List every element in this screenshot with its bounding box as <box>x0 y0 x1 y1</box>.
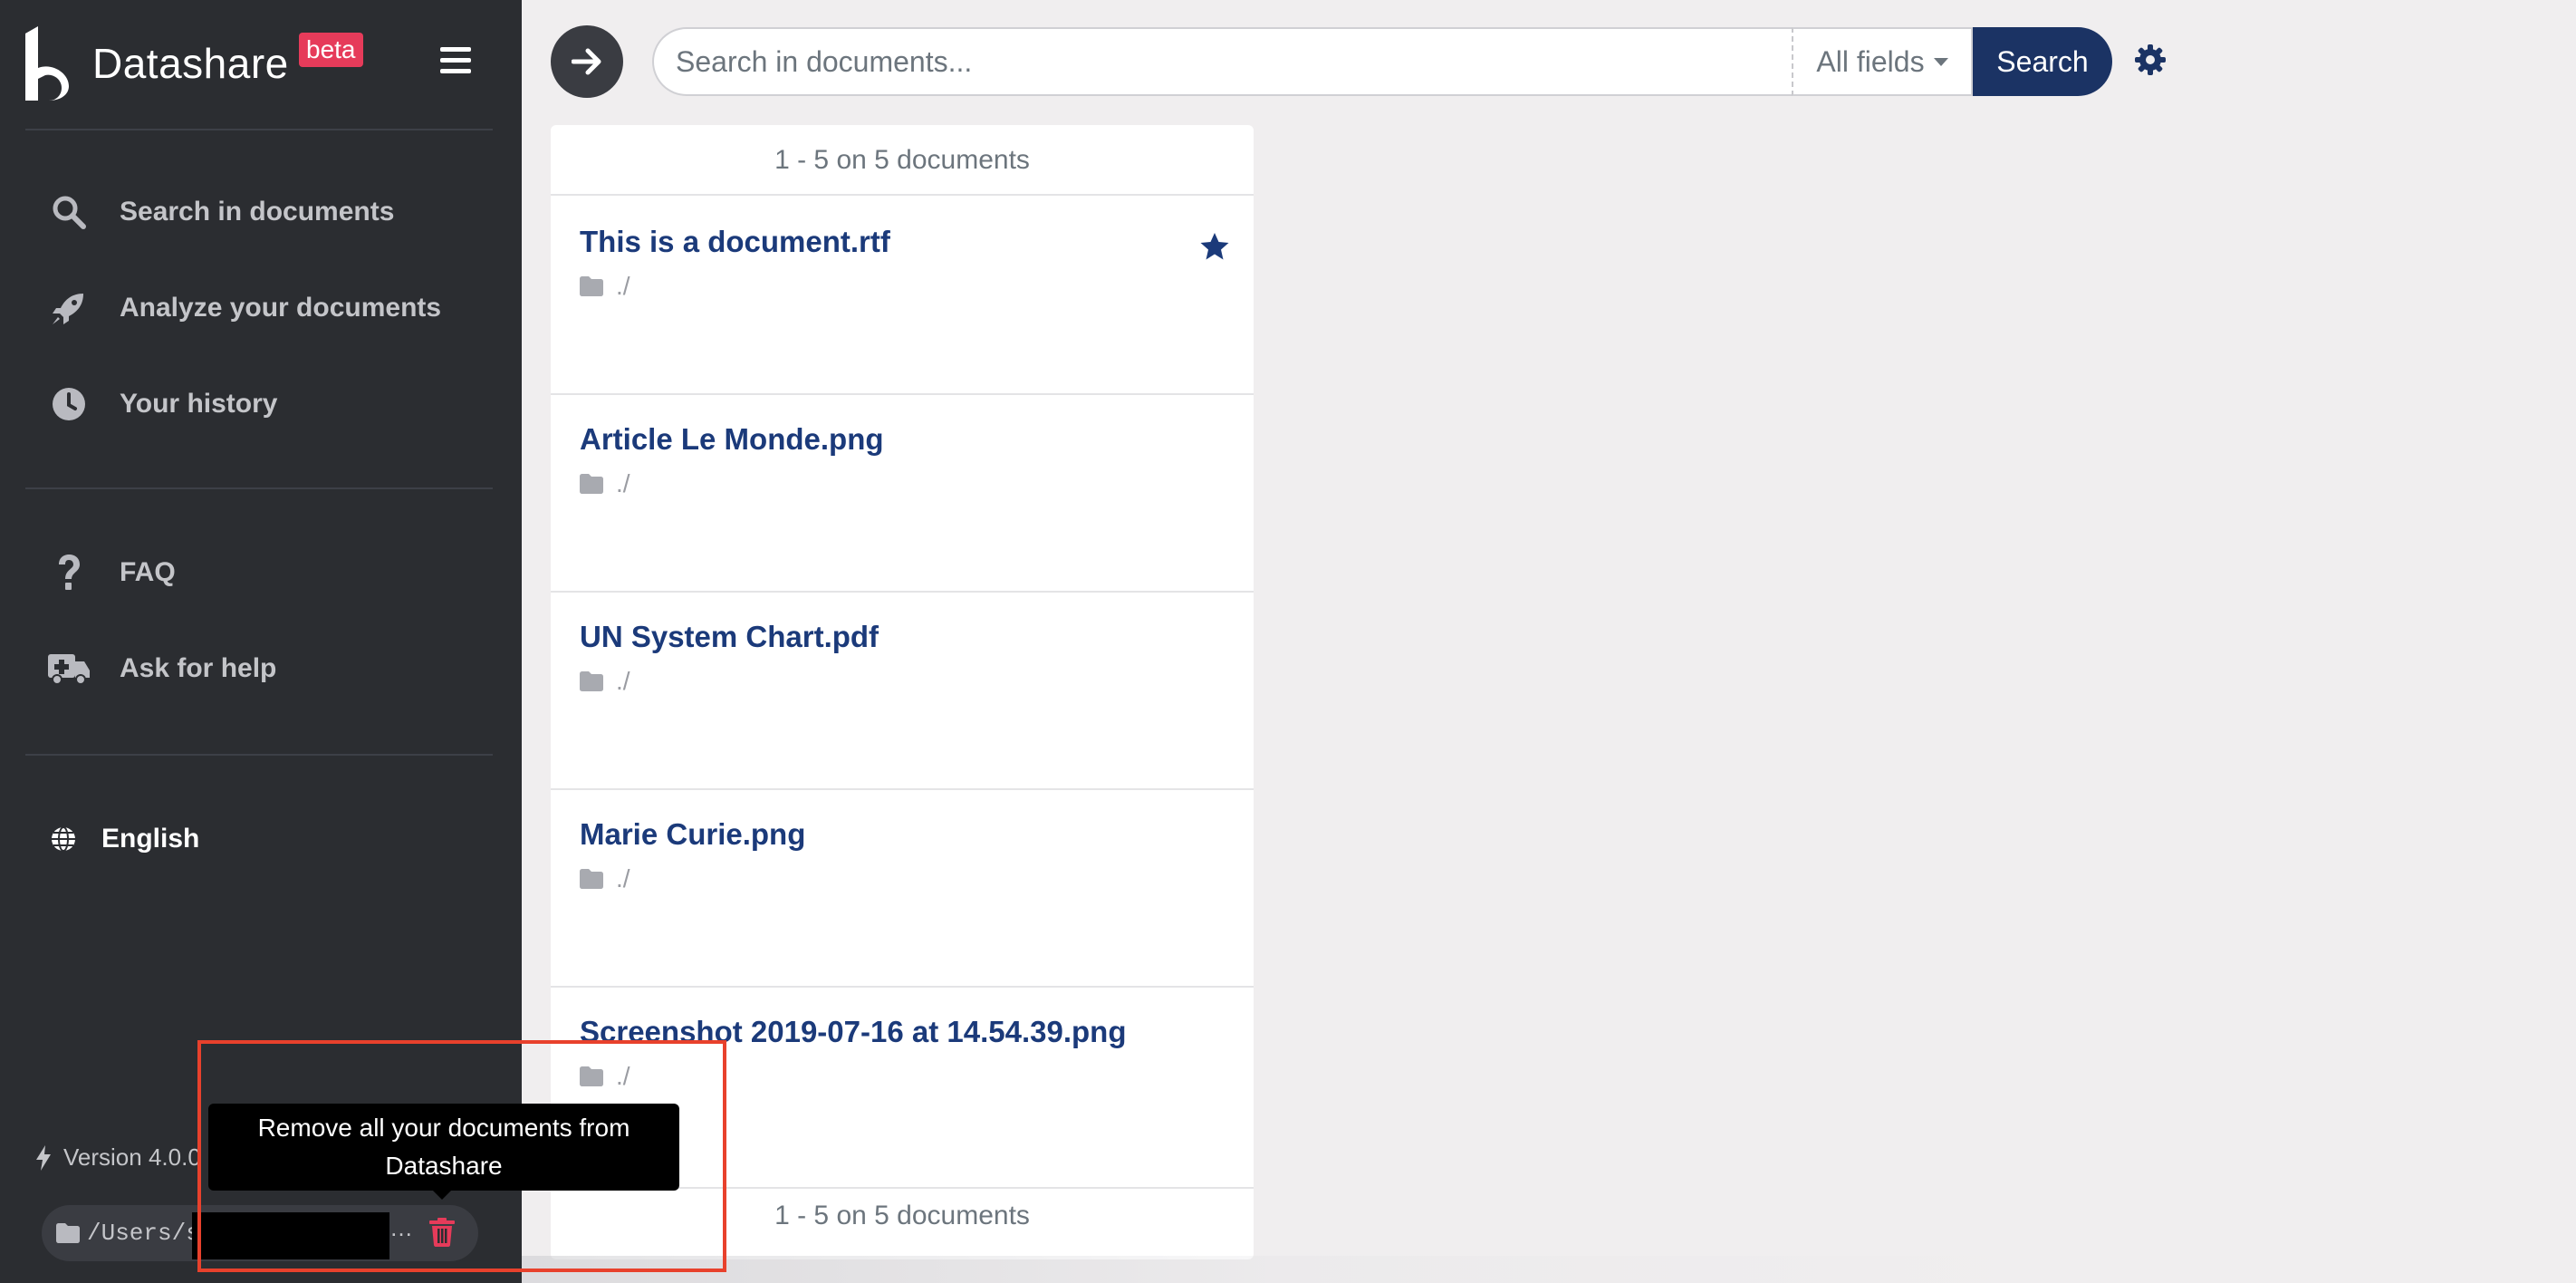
divider <box>25 487 493 489</box>
document-item[interactable]: Marie Curie.png ./ <box>551 790 1254 988</box>
search-button[interactable]: Search <box>1973 27 2112 96</box>
toggle-filters-button[interactable] <box>551 25 623 98</box>
annotation-highlight <box>197 1040 726 1272</box>
data-dir-path: /Users/s <box>87 1220 200 1247</box>
search-bar: All fields Search <box>652 27 2112 96</box>
nav-label: Search in documents <box>120 197 395 227</box>
nav-analyze-your-documents[interactable]: Analyze your documents <box>25 272 493 344</box>
search-icon <box>25 194 112 230</box>
star-icon[interactable] <box>1199 232 1230 265</box>
divider <box>25 754 493 756</box>
version-text: Version 4.0.0 <box>63 1143 201 1171</box>
folder-icon <box>56 1223 80 1243</box>
nav-search-in-documents[interactable]: Search in documents <box>25 176 493 248</box>
document-path-text: ./ <box>616 667 630 695</box>
language-selector[interactable]: English <box>25 803 493 875</box>
results-summary: 1 - 5 on 5 documents <box>551 125 1254 196</box>
clock-icon <box>25 386 112 422</box>
bolt-icon <box>36 1144 51 1171</box>
caret-down-icon <box>1933 57 1948 66</box>
rocket-icon <box>25 290 112 326</box>
document-title[interactable]: This is a document.rtf <box>580 225 890 259</box>
question-icon <box>25 554 112 592</box>
document-path-text: ./ <box>616 272 630 300</box>
nav-label: Ask for help <box>120 653 277 683</box>
document-path: ./ <box>580 864 630 893</box>
field-dropdown-label: All fields <box>1816 44 1925 78</box>
hamburger-menu-icon[interactable] <box>440 47 471 74</box>
brand-name: Datashare <box>92 40 289 87</box>
document-item[interactable]: UN System Chart.pdf ./ <box>551 593 1254 790</box>
document-title[interactable]: Marie Curie.png <box>580 817 805 852</box>
divider <box>25 129 493 130</box>
nav-faq[interactable]: FAQ <box>25 536 493 609</box>
document-path: ./ <box>580 667 630 696</box>
nav-label: Analyze your documents <box>120 293 442 323</box>
document-path-text: ./ <box>616 864 630 892</box>
nav-your-history[interactable]: Your history <box>25 368 493 440</box>
document-path: ./ <box>580 469 630 498</box>
field-dropdown[interactable]: All fields <box>1792 27 1973 96</box>
version-info: Version 4.0.0 <box>36 1143 201 1172</box>
beta-badge: beta <box>299 33 363 67</box>
ambulance-icon <box>25 651 112 687</box>
document-title[interactable]: Article Le Monde.png <box>580 422 884 457</box>
language-label: English <box>101 824 200 854</box>
document-title[interactable]: UN System Chart.pdf <box>580 620 879 654</box>
folder-icon <box>580 474 603 494</box>
document-item[interactable]: This is a document.rtf ./ <box>551 198 1254 395</box>
globe-icon <box>25 825 101 853</box>
datashare-logo-icon <box>25 26 69 101</box>
brand[interactable]: Datashare <box>25 25 289 101</box>
document-path-text: ./ <box>616 469 630 497</box>
document-path: ./ <box>580 272 630 301</box>
folder-icon <box>580 869 603 889</box>
folder-icon <box>580 276 603 296</box>
search-input[interactable] <box>652 27 1792 96</box>
document-item[interactable]: Article Le Monde.png ./ <box>551 395 1254 593</box>
nav-label: Your history <box>120 389 278 419</box>
nav-ask-for-help[interactable]: Ask for help <box>25 632 493 705</box>
gear-icon[interactable] <box>2134 43 2167 81</box>
bottom-shadow <box>522 1256 2062 1283</box>
folder-icon <box>580 671 603 691</box>
nav-label: FAQ <box>120 557 176 587</box>
arrow-right-icon <box>572 48 602 75</box>
